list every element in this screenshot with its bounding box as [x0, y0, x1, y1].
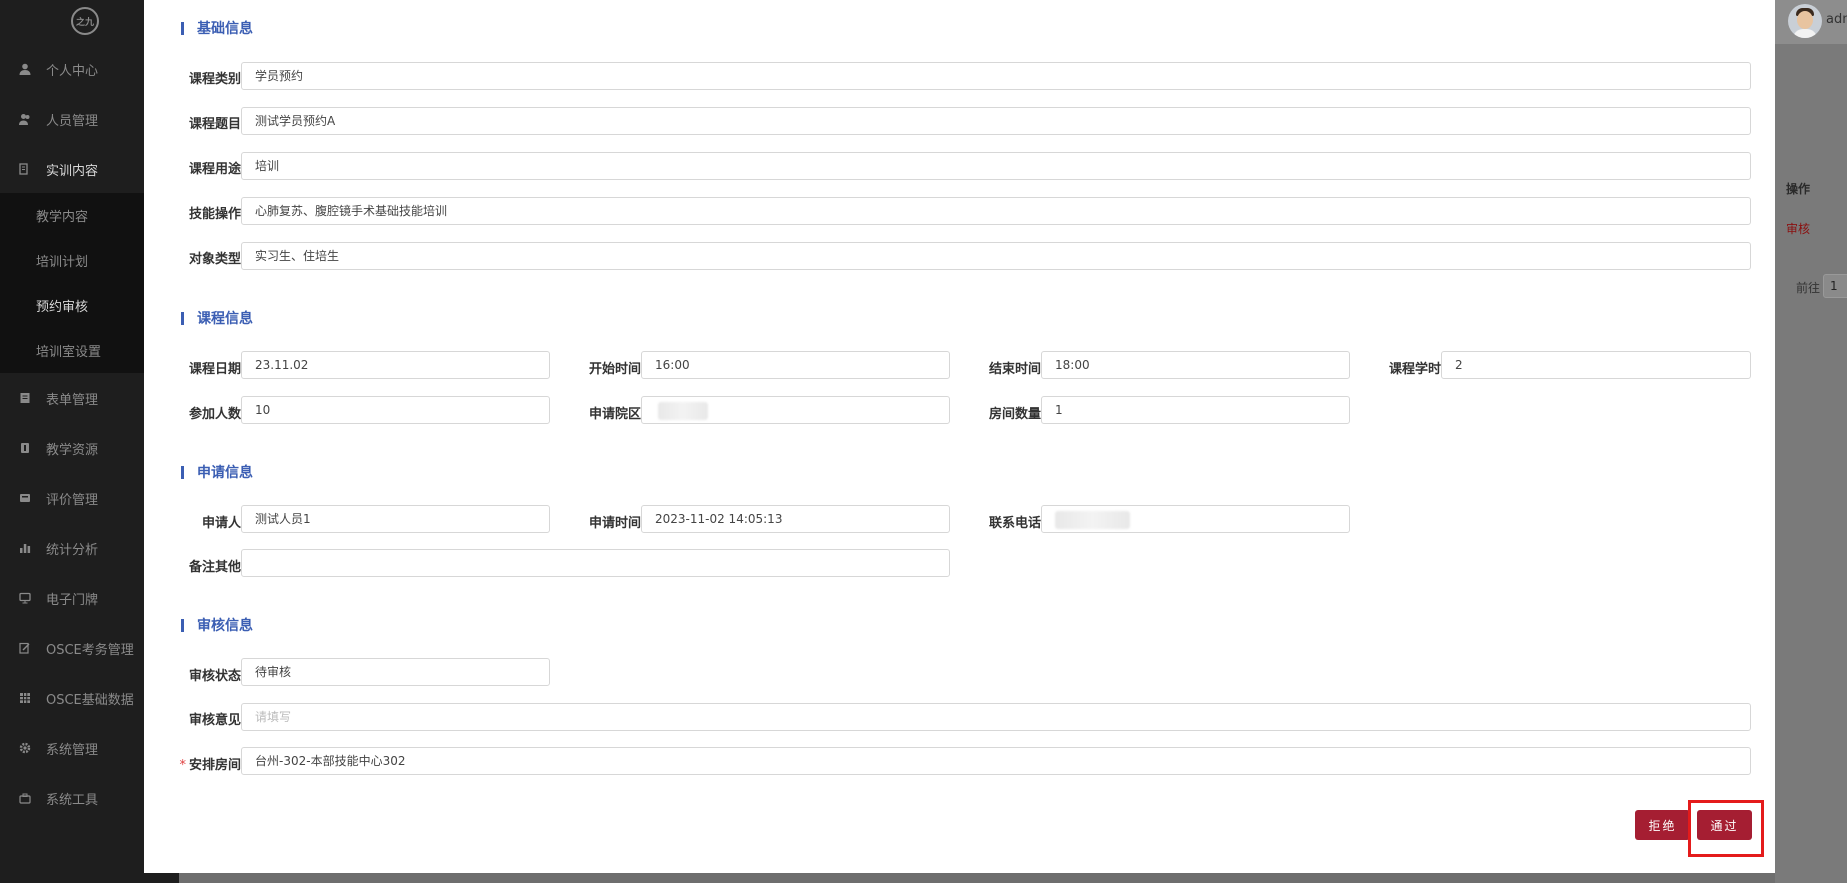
end-time-label: 结束时间	[988, 362, 1041, 377]
grid-icon	[18, 691, 32, 705]
sidebar-item-label: 实训内容	[46, 163, 99, 179]
course-category-label: 课程类别	[188, 72, 241, 87]
target-type-field[interactable]: 实习生、住培生	[241, 242, 1751, 270]
skill-operation-field[interactable]: 心肺复苏、腹腔镜手术基础技能培训	[241, 197, 1751, 225]
review-dialog: 基础信息 课程类别 学员预约 课程题目 测试学员预约A 课程用途 培训 技能操作…	[144, 0, 1775, 873]
course-topic-field[interactable]: 测试学员预约A	[241, 107, 1751, 135]
user-icon	[18, 62, 32, 76]
monitor-icon	[18, 591, 32, 605]
phone-label: 联系电话	[988, 516, 1041, 531]
sidebar-item-label: 系统管理	[46, 742, 99, 758]
apply-time-field[interactable]: 2023-11-02 14:05:13	[641, 505, 950, 533]
sidebar-item-label: 统计分析	[46, 542, 99, 558]
apply-time-label: 申请时间	[588, 516, 641, 531]
logo: 之九	[71, 7, 99, 35]
campus-label: 申请院区	[588, 407, 641, 422]
sidebar-item-label: 个人中心	[46, 63, 99, 79]
course-purpose-label: 课程用途	[188, 162, 241, 177]
pagination-goto-label: 前往	[1796, 281, 1821, 295]
room-count-field[interactable]: 1	[1041, 396, 1350, 424]
pagination-goto-input[interactable]: 1	[1823, 274, 1847, 298]
review-opinion-input[interactable]: 请填写	[241, 703, 1751, 731]
course-hours-field[interactable]: 2	[1441, 351, 1751, 379]
submenu-item-label: 教学内容	[36, 209, 89, 225]
redacted-value	[658, 401, 708, 420]
redacted-value	[1055, 510, 1130, 529]
approve-button-highlight	[1688, 800, 1764, 857]
applicant-label: 申请人	[201, 516, 241, 531]
room-count-label: 房间数量	[988, 407, 1041, 422]
background-page	[1775, 0, 1847, 883]
sidebar-item-label: 表单管理	[46, 392, 99, 408]
end-time-field[interactable]: 18:00	[1041, 351, 1350, 379]
submenu-item-label: 预约审核	[36, 299, 89, 315]
sidebar-item-label: 电子门牌	[46, 592, 99, 608]
review-status-field[interactable]: 待审核	[241, 658, 550, 686]
reject-button[interactable]: 拒绝	[1635, 810, 1690, 840]
course-date-label: 课程日期	[188, 362, 241, 377]
sidebar-item-label: 教学资源	[46, 442, 99, 458]
start-time-field[interactable]: 16:00	[641, 351, 950, 379]
start-time-label: 开始时间	[588, 362, 641, 377]
sidebar-item-label: OSCE基础数据	[46, 692, 134, 708]
book-icon	[18, 162, 32, 176]
section-title-basic: 基础信息	[181, 18, 253, 38]
skill-operation-label: 技能操作	[188, 207, 241, 222]
course-hours-label: 课程学时	[1388, 362, 1441, 377]
form-icon	[18, 391, 32, 405]
target-type-label: 对象类型	[188, 252, 241, 267]
submenu-item-label: 培训计划	[36, 254, 89, 270]
section-title-course: 课程信息	[181, 308, 253, 328]
review-opinion-label: 审核意见	[188, 713, 241, 728]
review-link[interactable]: 审核	[1786, 220, 1810, 237]
sidebar-item-label: 人员管理	[46, 113, 99, 129]
participants-label: 参加人数	[188, 407, 241, 422]
remark-field[interactable]	[241, 549, 950, 577]
section-title-review: 审核信息	[181, 615, 253, 635]
bar-chart-icon	[18, 541, 32, 555]
course-category-field[interactable]: 学员预约	[241, 62, 1751, 90]
remark-label: 备注其他	[188, 560, 241, 575]
submenu-item-label: 培训室设置	[36, 344, 102, 360]
course-date-field[interactable]: 23.11.02	[241, 351, 550, 379]
section-title-apply: 申请信息	[181, 462, 253, 482]
sidebar-item-label: OSCE考务管理	[46, 642, 134, 658]
participants-field[interactable]: 10	[241, 396, 550, 424]
sidebar-item-label: 评价管理	[46, 492, 99, 508]
arrange-room-label: * 安排房间	[179, 758, 241, 773]
review-status-label: 审核状态	[188, 669, 241, 684]
applicant-field[interactable]: 测试人员1	[241, 505, 550, 533]
avatar[interactable]	[1788, 4, 1822, 38]
arrange-room-select[interactable]: 台州-302-本部技能中心302	[241, 747, 1751, 775]
edit-icon	[18, 641, 32, 655]
evaluate-icon	[18, 491, 32, 505]
course-purpose-field[interactable]: 培训	[241, 152, 1751, 180]
toolbox-icon	[18, 791, 32, 805]
users-icon	[18, 112, 32, 126]
table-header-operation: 操作	[1786, 182, 1811, 196]
username[interactable]: adm	[1826, 12, 1847, 27]
campus-field[interactable]	[641, 396, 950, 424]
sidebar-item-label: 系统工具	[46, 792, 99, 808]
course-topic-label: 课程题目	[188, 117, 241, 132]
gear-icon	[18, 741, 32, 755]
phone-field[interactable]	[1041, 505, 1350, 533]
resource-icon	[18, 441, 32, 455]
required-mark: *	[179, 758, 186, 773]
